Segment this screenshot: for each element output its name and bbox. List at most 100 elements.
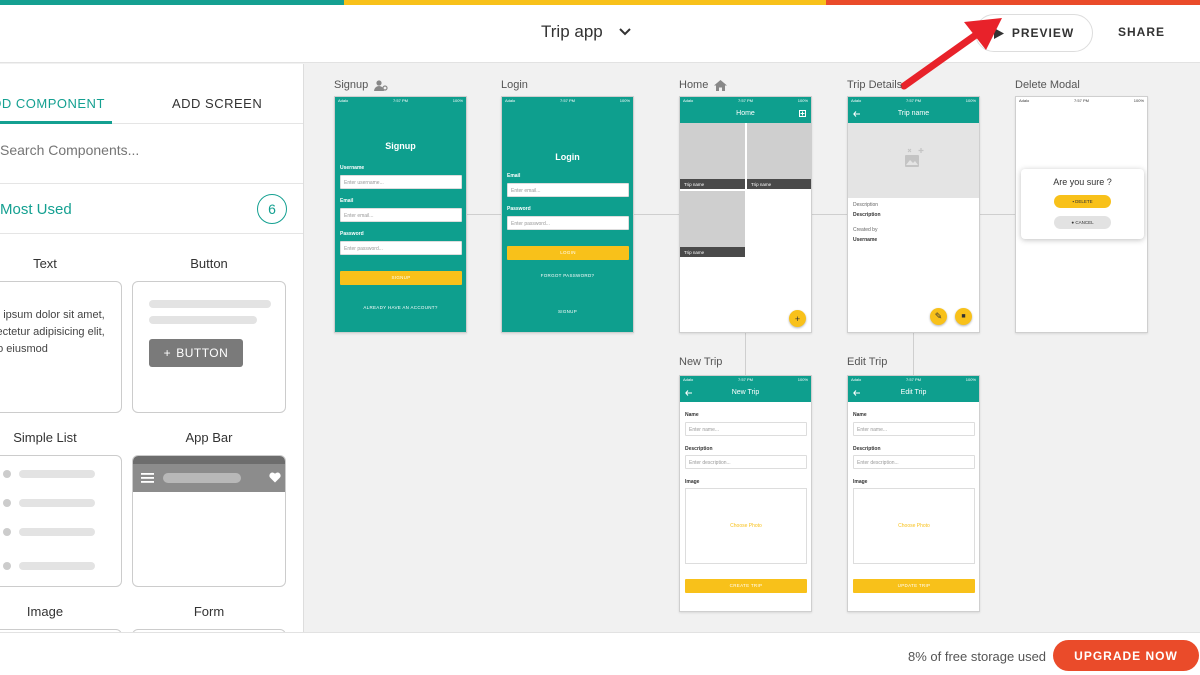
tab-add-screen[interactable]: ADD SCREEN: [172, 96, 262, 111]
placeholder-line: [19, 470, 95, 478]
add-square-icon[interactable]: [799, 110, 806, 117]
screen-signup[interactable]: Adalo 7:57 PM 100% Signup Username Enter u…: [334, 96, 467, 333]
image-picker[interactable]: Choose Photo: [685, 488, 807, 564]
password-field[interactable]: Enter password...: [340, 241, 462, 255]
status-carrier: Adalo: [683, 377, 694, 382]
field-label: Password: [507, 206, 531, 212]
status-battery: 100%: [619, 98, 630, 103]
placeholder-line: [149, 316, 257, 324]
component-card-app-bar[interactable]: [132, 455, 286, 587]
signup-link[interactable]: SIGNUP: [502, 309, 633, 314]
edit-fab[interactable]: ✎: [930, 308, 947, 325]
back-arrow-icon[interactable]: [853, 111, 860, 117]
link-connector: [913, 333, 914, 375]
description-field[interactable]: Enter description...: [685, 455, 807, 469]
login-title: Login: [555, 152, 580, 162]
heart-icon: [269, 472, 281, 483]
edit-trip-app-bar: Edit Trip: [848, 384, 979, 402]
delete-fab[interactable]: ■: [955, 308, 972, 325]
forgot-password-link[interactable]: FORGOT PASSWORD?: [502, 273, 633, 278]
upgrade-now-button[interactable]: UPGRADE NOW: [1053, 640, 1199, 671]
back-arrow-icon[interactable]: [685, 390, 692, 396]
link-connector: [980, 214, 1015, 215]
trash-icon: ■: [961, 313, 966, 320]
add-trip-fab[interactable]: +: [789, 310, 806, 327]
status-carrier: Adalo: [338, 98, 349, 103]
username-field[interactable]: Enter username...: [340, 175, 462, 189]
status-carrier: Adalo: [851, 98, 862, 103]
trip-tile[interactable]: Trip name: [680, 191, 745, 257]
login-button[interactable]: LOGIN: [507, 246, 629, 260]
appbar-status: [133, 456, 285, 464]
password-field[interactable]: Enter password...: [507, 216, 629, 230]
name-field[interactable]: Enter name...: [685, 422, 807, 436]
cancel-button[interactable]: ● CANCEL: [1054, 216, 1111, 229]
screen-login[interactable]: Adalo 7:57 PM 100% Login Email Enter email…: [501, 96, 634, 333]
screen-home[interactable]: Adalo 7:57 PM 100% Home Trip name Trip nam…: [679, 96, 812, 333]
bottom-bar: 8% of free storage used UPGRADE NOW: [0, 632, 1200, 675]
pencil-icon: ✎: [934, 311, 943, 321]
app-title[interactable]: Trip app: [541, 22, 603, 42]
button-preview-label: BUTTON: [176, 346, 229, 360]
email-field[interactable]: Enter email...: [340, 208, 462, 222]
screen-label-edit-trip: Edit Trip: [847, 356, 888, 368]
most-used-section[interactable]: Most Used 6: [0, 186, 303, 234]
search-input[interactable]: [0, 142, 280, 158]
link-connector: [634, 214, 679, 215]
new-trip-app-bar: New Trip: [680, 384, 811, 402]
chevron-down-icon[interactable]: [617, 24, 633, 40]
trip-tile[interactable]: Trip name: [680, 123, 745, 189]
email-field[interactable]: Enter email...: [507, 183, 629, 197]
link-connector: [812, 214, 847, 215]
image-picker[interactable]: Choose Photo: [853, 488, 975, 564]
status-battery: 100%: [797, 377, 808, 382]
component-card-text[interactable]: m ipsum dolor sit amet, sectetur adipisi…: [0, 281, 122, 413]
screen-label-signup: Signup: [334, 79, 388, 91]
created-by-value: Username: [853, 237, 878, 243]
create-trip-button[interactable]: CREATE TRIP: [685, 579, 807, 593]
tab-add-component[interactable]: DD COMPONENT: [0, 96, 105, 111]
screen-trip-details[interactable]: Adalo 7:57 PM 100% Trip name Description D…: [847, 96, 980, 333]
name-field[interactable]: Enter name...: [853, 422, 975, 436]
component-card-button[interactable]: + BUTTON: [132, 281, 286, 413]
screen-label-new-trip: New Trip: [679, 356, 723, 368]
search-bar: [0, 124, 303, 184]
signup-button[interactable]: SIGNUP: [340, 271, 462, 285]
choose-photo-link[interactable]: Choose Photo: [854, 523, 974, 529]
status-carrier: Adalo: [851, 377, 862, 382]
text-preview-line: do eiusmod: [0, 343, 48, 355]
component-sidebar: DD COMPONENT ADD SCREEN Most Used 6 Text…: [0, 64, 304, 632]
appbar-title-placeholder: [163, 473, 241, 483]
component-label-button: Button: [190, 256, 228, 271]
screen-new-trip[interactable]: Adalo 7:57 PM 100% New Trip Name Enter nam…: [679, 375, 812, 612]
home-icon: [714, 79, 728, 91]
component-label-form: Form: [193, 604, 225, 619]
status-carrier: Adalo: [505, 98, 516, 103]
description-field[interactable]: Enter description...: [853, 455, 975, 469]
status-bar: Adalo 7:57 PM 100%: [502, 97, 633, 105]
field-label: Password: [340, 231, 364, 237]
field-label: Email: [340, 198, 354, 204]
field-label: Description: [685, 446, 713, 452]
list-dot: [3, 470, 11, 478]
component-label-image: Image: [26, 604, 64, 619]
field-label: Image: [685, 479, 700, 485]
screen-label-text: Signup: [334, 79, 369, 91]
text-preview: m ipsum dolor sit amet, sectetur adipisi…: [0, 307, 105, 358]
screen-delete-modal[interactable]: Adalo 7:57 PM 100% Are you sure ? ▪ DELETE…: [1015, 96, 1148, 333]
back-arrow-icon[interactable]: [853, 390, 860, 396]
have-account-link[interactable]: ALREADY HAVE AN ACCOUNT?: [335, 305, 466, 310]
placeholder-line: [19, 499, 95, 507]
update-trip-button[interactable]: UPDATE TRIP: [853, 579, 975, 593]
component-card-simple-list[interactable]: [0, 455, 122, 587]
delete-button[interactable]: ▪ DELETE: [1054, 195, 1111, 208]
list-dot: [3, 528, 11, 536]
description-value: Description: [853, 212, 881, 218]
status-time: 7:57 PM: [560, 98, 575, 103]
choose-photo-link[interactable]: Choose Photo: [686, 523, 806, 529]
trip-tile[interactable]: Trip name: [747, 123, 811, 189]
share-button[interactable]: SHARE: [1118, 25, 1165, 39]
plus-icon: +: [794, 313, 801, 324]
screen-edit-trip[interactable]: Adalo 7:57 PM 100% Edit Trip Name Enter na…: [847, 375, 980, 612]
storage-usage-text: 8% of free storage used: [908, 649, 1047, 664]
